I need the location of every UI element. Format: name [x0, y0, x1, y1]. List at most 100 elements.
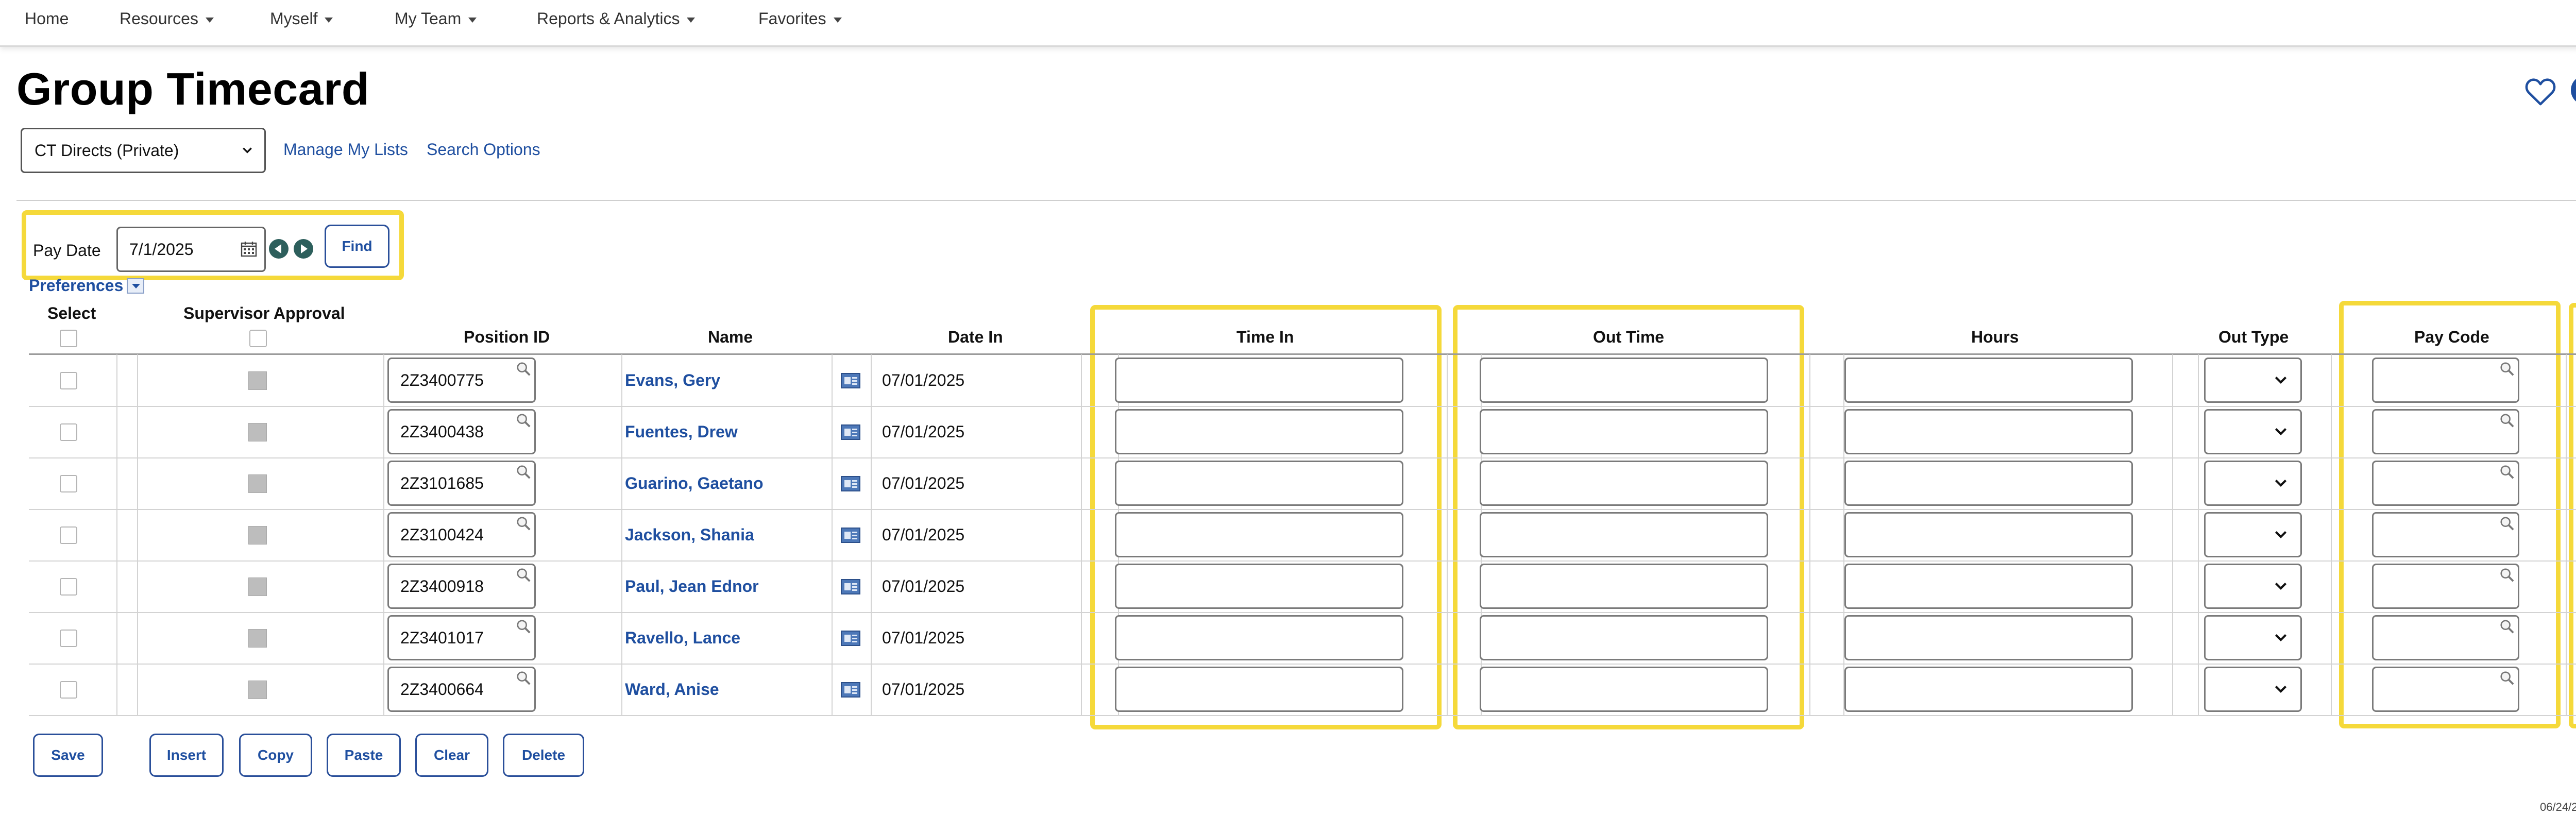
row-select-checkbox[interactable]: [60, 423, 77, 441]
pay-code-input[interactable]: [2372, 667, 2519, 712]
hours-input[interactable]: [1844, 615, 2133, 660]
out-time-input[interactable]: [1480, 615, 1768, 660]
out-type-select[interactable]: [2204, 409, 2302, 454]
time-in-input[interactable]: [1115, 461, 1403, 506]
paste-button[interactable]: Paste: [327, 734, 401, 777]
row-select-checkbox[interactable]: [60, 526, 77, 544]
row-select-checkbox[interactable]: [60, 681, 77, 699]
hours-input[interactable]: [1844, 409, 2133, 454]
hours-input[interactable]: [1844, 667, 2133, 712]
employee-name-link[interactable]: Evans, Gery: [625, 371, 720, 390]
search-icon[interactable]: [516, 516, 531, 531]
hours-input[interactable]: [1844, 564, 2133, 609]
search-icon[interactable]: [516, 361, 531, 377]
insert-button[interactable]: Insert: [149, 734, 224, 777]
row-select-checkbox[interactable]: [60, 630, 77, 647]
employee-name-link[interactable]: Fuentes, Drew: [625, 422, 738, 441]
employee-card-icon[interactable]: [841, 373, 860, 388]
find-button[interactable]: Find: [325, 225, 389, 268]
position-id-input[interactable]: 2Z3400918: [387, 564, 536, 609]
employee-card-icon[interactable]: [841, 424, 860, 440]
pay-code-input[interactable]: [2372, 358, 2519, 403]
time-in-input[interactable]: [1115, 409, 1403, 454]
preferences-toggle-icon[interactable]: [127, 278, 144, 294]
out-time-input[interactable]: [1480, 512, 1768, 557]
nav-resources[interactable]: Resources: [120, 7, 214, 30]
out-time-input[interactable]: [1480, 409, 1768, 454]
search-options-link[interactable]: Search Options: [427, 140, 540, 159]
approve-all-checkbox[interactable]: [249, 330, 267, 347]
position-id-input[interactable]: 2Z3400664: [387, 667, 536, 712]
pay-code-input[interactable]: [2372, 615, 2519, 660]
delete-button[interactable]: Delete: [503, 734, 584, 777]
search-icon[interactable]: [2499, 670, 2515, 686]
employee-name-link[interactable]: Ward, Anise: [625, 680, 719, 699]
hours-input[interactable]: [1844, 461, 2133, 506]
employee-name-link[interactable]: Ravello, Lance: [625, 628, 740, 648]
nav-home[interactable]: Home: [25, 7, 69, 30]
out-type-select[interactable]: [2204, 358, 2302, 403]
search-icon[interactable]: [516, 413, 531, 428]
list-select[interactable]: CT Directs (Private): [21, 128, 266, 173]
position-id-input[interactable]: 2Z3100424: [387, 512, 536, 557]
employee-name-link[interactable]: Guarino, Gaetano: [625, 474, 763, 493]
search-icon[interactable]: [516, 464, 531, 480]
heart-icon[interactable]: [2524, 77, 2556, 106]
pay-date-input[interactable]: 7/1/2025: [116, 227, 266, 272]
select-all-checkbox[interactable]: [60, 330, 77, 347]
search-icon[interactable]: [2499, 413, 2515, 428]
hours-input[interactable]: [1844, 358, 2133, 403]
copy-button[interactable]: Copy: [239, 734, 312, 777]
search-icon[interactable]: [2499, 516, 2515, 531]
employee-name-link[interactable]: Paul, Jean Ednor: [625, 577, 759, 596]
search-icon[interactable]: [516, 670, 531, 686]
position-id-input[interactable]: 2Z3400438: [387, 409, 536, 454]
position-id-input[interactable]: 2Z3401017: [387, 615, 536, 660]
out-time-input[interactable]: [1480, 564, 1768, 609]
position-id-input[interactable]: 2Z3400775: [387, 358, 536, 403]
employee-card-icon[interactable]: [841, 631, 860, 646]
employee-card-icon[interactable]: [841, 476, 860, 491]
pay-code-input[interactable]: [2372, 512, 2519, 557]
row-select-checkbox[interactable]: [60, 475, 77, 492]
out-time-input[interactable]: [1480, 358, 1768, 403]
save-button[interactable]: Save: [33, 734, 103, 777]
hours-input[interactable]: [1844, 512, 2133, 557]
preferences-link[interactable]: Preferences: [29, 276, 123, 295]
search-icon[interactable]: [2499, 567, 2515, 583]
nav-myself[interactable]: Myself: [270, 7, 333, 30]
nav-reports-analytics[interactable]: Reports & Analytics: [537, 7, 696, 30]
pay-code-input[interactable]: [2372, 409, 2519, 454]
next-date-icon[interactable]: [294, 239, 313, 259]
previous-date-icon[interactable]: [269, 239, 289, 259]
search-icon[interactable]: [516, 619, 531, 634]
out-type-select[interactable]: [2204, 564, 2302, 609]
search-icon[interactable]: [2499, 361, 2515, 377]
help-icon[interactable]: ?: [2571, 75, 2576, 105]
clear-button[interactable]: Clear: [415, 734, 488, 777]
nav-my-team[interactable]: My Team: [395, 7, 477, 30]
search-icon[interactable]: [516, 567, 531, 583]
out-time-input[interactable]: [1480, 461, 1768, 506]
row-select-checkbox[interactable]: [60, 372, 77, 389]
manage-my-lists-link[interactable]: Manage My Lists: [283, 140, 408, 159]
row-select-checkbox[interactable]: [60, 578, 77, 596]
out-type-select[interactable]: [2204, 667, 2302, 712]
out-time-input[interactable]: [1480, 667, 1768, 712]
employee-card-icon[interactable]: [841, 579, 860, 594]
position-id-input[interactable]: 2Z3101685: [387, 461, 536, 506]
time-in-input[interactable]: [1115, 667, 1403, 712]
search-icon[interactable]: [2499, 619, 2515, 634]
search-icon[interactable]: [2499, 464, 2515, 480]
pay-code-input[interactable]: [2372, 461, 2519, 506]
pay-code-input[interactable]: [2372, 564, 2519, 609]
time-in-input[interactable]: [1115, 615, 1403, 660]
time-in-input[interactable]: [1115, 358, 1403, 403]
time-in-input[interactable]: [1115, 564, 1403, 609]
time-in-input[interactable]: [1115, 512, 1403, 557]
out-type-select[interactable]: [2204, 512, 2302, 557]
employee-card-icon[interactable]: [841, 528, 860, 543]
nav-favorites[interactable]: Favorites: [758, 7, 842, 30]
calendar-icon[interactable]: [241, 241, 257, 257]
out-type-select[interactable]: [2204, 615, 2302, 660]
